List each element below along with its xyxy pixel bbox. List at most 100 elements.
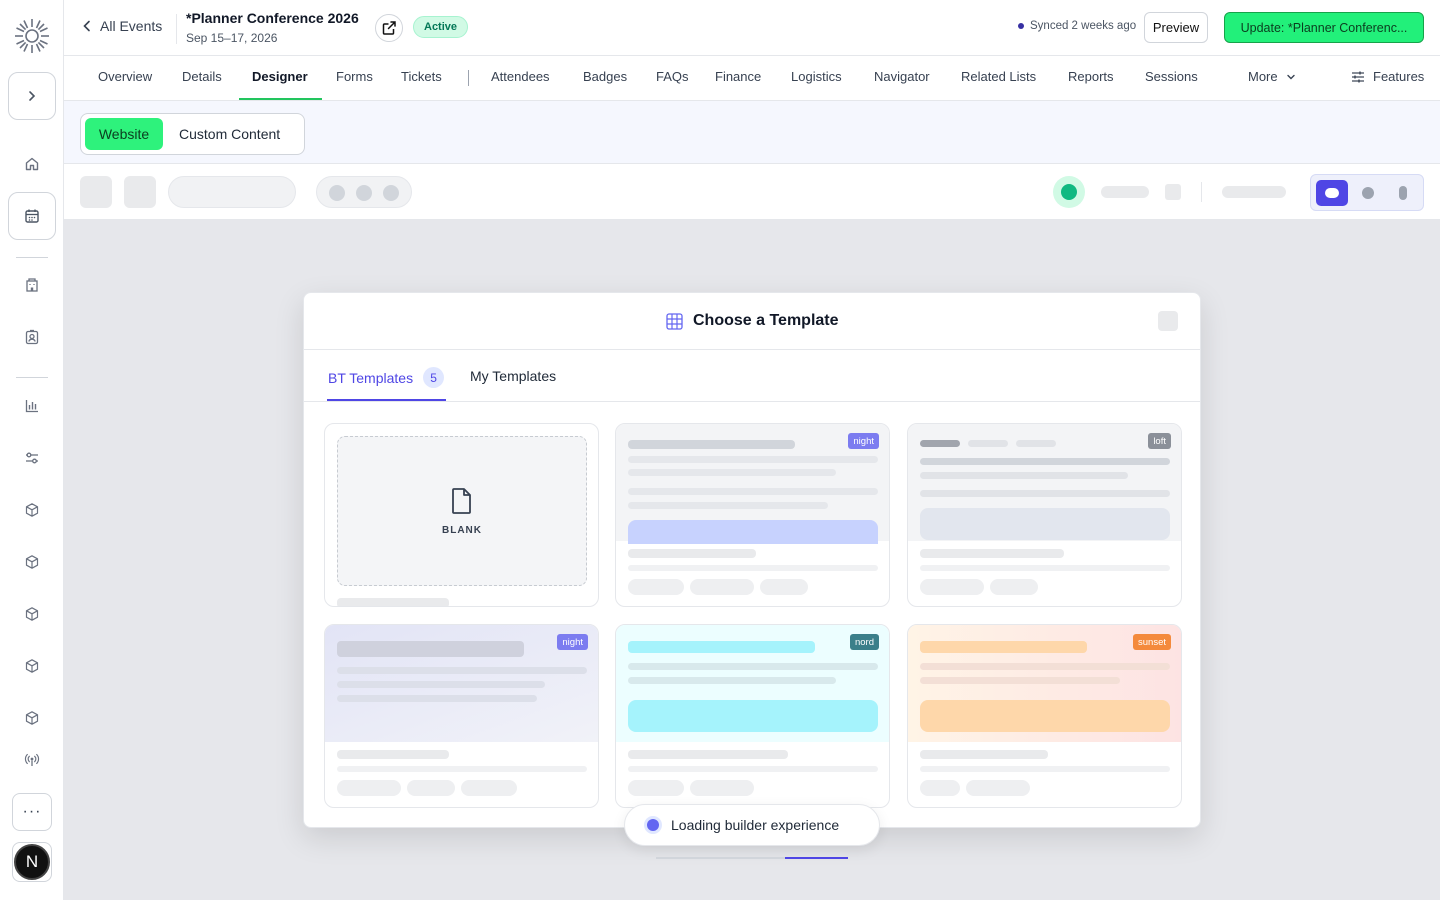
sync-dot-icon [1018,23,1024,29]
skeleton-line [337,598,449,606]
template-tag: night [557,634,588,650]
desktop-view-button[interactable] [1316,180,1348,206]
template-preview [908,424,1181,541]
expand-rail-button[interactable] [8,72,56,120]
tab-navigator[interactable]: Navigator [874,69,930,84]
user-avatar-button[interactable]: N [12,842,52,882]
home-icon[interactable] [20,152,44,176]
template-card[interactable]: sunset [907,624,1182,808]
template-card[interactable]: nord [615,624,890,808]
skeleton-block [1165,184,1181,200]
rail-divider [16,377,48,378]
website-toggle[interactable]: Website [85,118,163,150]
template-card[interactable]: night [324,624,599,808]
app-logo-icon[interactable] [13,17,51,55]
template-tabs: BT Templates 5 My Templates [304,350,1200,402]
modal-header: Choose a Template [304,293,1200,350]
skeleton-group [316,176,412,208]
device-switcher [1310,174,1424,211]
event-title-block: *Planner Conference 2026 Sep 15–17, 2026 [186,10,359,45]
tab-badges[interactable]: Badges [583,69,627,84]
tab-related-lists[interactable]: Related Lists [961,69,1036,84]
loading-toast: Loading builder experience [624,804,880,846]
sliders-icon[interactable] [20,446,44,470]
external-link-icon [382,21,396,35]
mobile-view-button[interactable] [1399,186,1407,200]
chevron-right-icon [29,91,36,101]
ellipsis-icon: ··· [22,803,42,820]
back-to-events-link[interactable]: All Events [82,18,162,34]
blank-template-preview: BLANK [337,436,587,586]
contact-card-icon[interactable] [20,325,44,349]
cube-icon[interactable] [20,550,44,574]
template-card[interactable]: night [615,423,890,607]
features-label: Features [1373,69,1425,84]
tab-attendees[interactable]: Attendees [491,69,550,84]
tab-faqs[interactable]: FAQs [656,69,689,84]
tab-details[interactable]: Details [182,69,222,84]
sliders-icon [1352,71,1364,82]
builder-toolbar [64,164,1440,220]
event-dates: Sep 15–17, 2026 [186,31,278,45]
template-card[interactable]: loft [907,423,1182,607]
file-icon [452,487,471,514]
loading-spinner-icon [647,819,659,831]
skeleton-line [1222,186,1286,198]
event-nav: Overview Details Designer Forms Tickets … [64,56,1440,101]
cube-icon[interactable] [20,498,44,522]
cube-icon[interactable] [20,602,44,626]
more-options-button[interactable]: ··· [12,793,52,831]
tab-finance[interactable]: Finance [715,69,761,84]
status-badge: Active [413,16,469,38]
loading-text: Loading builder experience [671,817,840,833]
left-rail: ··· N [0,0,64,900]
tab-overview[interactable]: Overview [98,69,152,84]
skeleton-line [1101,186,1149,198]
cube-icon[interactable] [20,654,44,678]
designer-subbar: Website Custom Content [64,101,1440,164]
tab-sessions[interactable]: Sessions [1145,69,1198,84]
modal-title: Choose a Template [666,312,839,330]
count-badge: 5 [423,367,445,388]
template-card-blank[interactable]: BLANK [324,423,599,607]
header-divider [176,14,177,44]
preview-button[interactable]: Preview [1144,12,1208,43]
cube-icon[interactable] [20,706,44,730]
event-header: All Events *Planner Conference 2026 Sep … [64,0,1440,56]
modal-title-text: Choose a Template [693,312,839,329]
toolbar-divider [1201,182,1202,202]
content-type-toggle: Website Custom Content [80,113,305,155]
tablet-view-button[interactable] [1362,187,1374,199]
chevron-down-icon [1286,74,1295,79]
tab-my-templates[interactable]: My Templates [470,368,556,384]
rail-divider [16,257,48,258]
building-icon[interactable] [20,273,44,297]
tab-tickets[interactable]: Tickets [401,69,442,84]
features-button[interactable]: Features [1351,69,1424,84]
tab-reports[interactable]: Reports [1068,69,1114,84]
bar-chart-icon[interactable] [20,394,44,418]
page-title: *Planner Conference 2026 [186,10,359,26]
green-dot-icon [1061,184,1077,200]
tab-bt-templates[interactable]: BT Templates 5 [328,367,445,388]
template-tag: night [848,433,879,449]
tab-logistics[interactable]: Logistics [791,69,842,84]
more-tabs-dropdown[interactable]: More [1248,69,1296,84]
sync-status: Synced 2 weeks ago [1018,20,1136,32]
desktop-icon [1325,188,1339,198]
back-label: All Events [100,18,163,34]
loading-progress-fill [784,857,848,859]
avatar: N [14,844,50,880]
tab-forms[interactable]: Forms [336,69,373,84]
events-calendar-button[interactable] [8,192,56,240]
tab-bt-label: BT Templates [328,369,414,386]
calendar-icon [25,209,39,223]
template-tag: nord [849,634,879,650]
close-modal-button[interactable] [1158,311,1178,331]
tab-designer[interactable]: Designer [252,69,308,84]
broadcast-icon[interactable] [20,748,44,772]
active-tab-indicator [239,98,322,100]
update-button[interactable]: Update: *Planner Conferenc... [1224,12,1424,43]
custom-content-toggle[interactable]: Custom Content [179,126,280,142]
open-external-button[interactable] [375,14,403,42]
